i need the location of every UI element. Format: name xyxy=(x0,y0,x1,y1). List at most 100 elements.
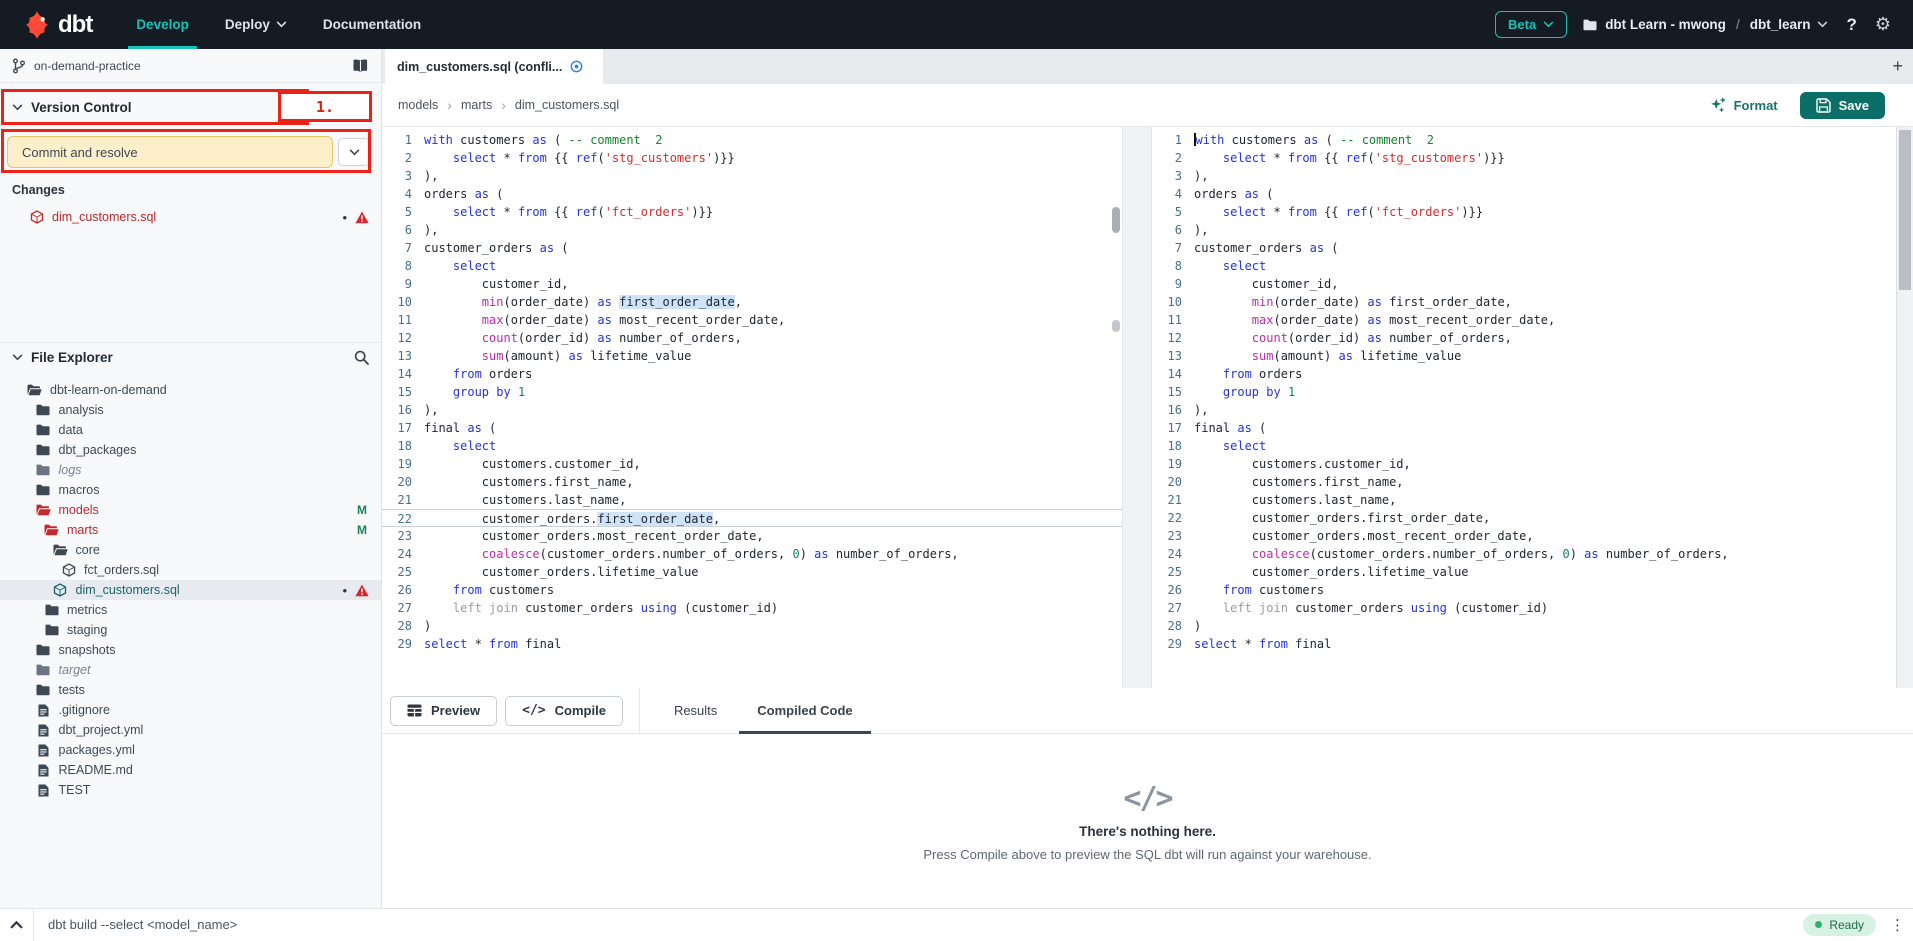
logo-text: dbt xyxy=(58,11,92,39)
changes-list: dim_customers.sql• xyxy=(0,206,381,228)
tree-item-data[interactable]: data xyxy=(0,420,381,440)
nav-right: Beta dbt Learn - mwong / dbt_learn ? ⚙ xyxy=(1495,11,1913,38)
tree-item-target[interactable]: target xyxy=(0,660,381,680)
breadcrumb-item-dim_customers.sql: dim_customers.sql xyxy=(515,98,619,112)
code-line-25: 25 customer_orders.lifetime_value xyxy=(1152,563,1896,581)
nav-items: DevelopDeployDocumentation xyxy=(118,0,439,49)
code-line-24: 24 coalesce(customer_orders.number_of_or… xyxy=(1152,545,1896,563)
version-control-title: Version Control xyxy=(31,100,132,115)
code-line-4: 4orders as ( xyxy=(382,185,1122,203)
tree-item-tests[interactable]: tests xyxy=(0,680,381,700)
tree-item-label: staging xyxy=(67,623,107,637)
editor-actions: Format Save xyxy=(1710,92,1897,119)
code-line-18: 18 select xyxy=(1152,437,1896,455)
tree-item-dim_customers.sql[interactable]: dim_customers.sql• xyxy=(0,580,381,600)
conflict-warning-icon xyxy=(355,211,369,224)
code-editor-right[interactable]: 1with customers as ( -- comment 22 selec… xyxy=(1152,127,1896,688)
kebab-menu-icon[interactable]: ⋮ xyxy=(1890,916,1913,934)
code-line-20: 20 customers.first_name, xyxy=(1152,473,1896,491)
annotation-step-label: 1. xyxy=(278,91,372,122)
panel-tab-results[interactable]: Results xyxy=(654,688,737,734)
code-line-10: 10 min(order_date) as first_order_date, xyxy=(382,293,1122,311)
file-icon xyxy=(36,704,51,717)
folder-icon xyxy=(36,644,51,656)
tree-item-label: models xyxy=(59,503,99,517)
tree-item-dbt_packages[interactable]: dbt_packages xyxy=(0,440,381,460)
tree-item-.gitignore[interactable]: .gitignore xyxy=(0,700,381,720)
beta-dropdown[interactable]: Beta xyxy=(1495,11,1567,38)
code-editor-left[interactable]: 1with customers as ( -- comment 22 selec… xyxy=(382,127,1122,688)
code-line-22: 22 customer_orders.first_order_date, xyxy=(1152,509,1896,527)
sparkles-icon xyxy=(1710,97,1726,113)
chevron-up-icon[interactable] xyxy=(0,920,33,929)
chevron-down-icon xyxy=(349,149,360,156)
sidebar: on-demand-practice Version Control Commi… xyxy=(0,49,382,908)
nav-item-documentation[interactable]: Documentation xyxy=(305,0,439,49)
preview-button[interactable]: Preview xyxy=(390,696,497,726)
new-tab-button[interactable]: + xyxy=(1892,55,1903,77)
compiled-code-empty-state: </> There's nothing here. Press Compile … xyxy=(382,734,1913,908)
tree-item-label: dim_customers.sql xyxy=(76,583,180,597)
panel-tab-compiled-code[interactable]: Compiled Code xyxy=(737,688,872,734)
tree-item-label: dbt_packages xyxy=(59,443,137,457)
nav-item-develop[interactable]: Develop xyxy=(118,0,207,49)
tree-item-macros[interactable]: macros xyxy=(0,480,381,500)
docs-book-icon[interactable] xyxy=(352,59,369,73)
tree-item-label: packages.yml xyxy=(59,743,135,757)
code-line-23: 23 customer_orders.most_recent_order_dat… xyxy=(1152,527,1896,545)
tree-item-core[interactable]: core xyxy=(0,540,381,560)
breadcrumb-chevron: › xyxy=(501,97,506,113)
tree-item-label: tests xyxy=(59,683,85,697)
help-icon[interactable]: ? xyxy=(1844,15,1858,35)
file-icon xyxy=(36,744,51,757)
left-scrollbar-thumb[interactable] xyxy=(1112,207,1120,233)
code-line-13: 13 sum(amount) as lifetime_value xyxy=(1152,347,1896,365)
tree-item-label: metrics xyxy=(67,603,107,617)
changed-file-dim_customers.sql[interactable]: dim_customers.sql• xyxy=(0,206,381,228)
folder-icon xyxy=(36,464,51,476)
editor-scrollbar[interactable] xyxy=(1896,127,1913,688)
commit-and-resolve-button[interactable]: Commit and resolve xyxy=(7,136,333,168)
commit-options-dropdown[interactable] xyxy=(338,138,370,166)
tree-item-fct_orders.sql[interactable]: fct_orders.sql xyxy=(0,560,381,580)
code-line-19: 19 customers.customer_id, xyxy=(1152,455,1896,473)
branch-name: on-demand-practice xyxy=(34,59,141,73)
tree-item-README.md[interactable]: README.md xyxy=(0,760,381,780)
file-explorer-header[interactable]: File Explorer xyxy=(0,342,381,372)
tree-item-label: data xyxy=(59,423,83,437)
tree-item-marts[interactable]: martsM xyxy=(0,520,381,540)
editor-tab-bar: dim_customers.sql (confli... + xyxy=(382,49,1913,84)
save-button[interactable]: Save xyxy=(1800,92,1885,119)
tree-item-dbt-learn-on-demand[interactable]: dbt-learn-on-demand xyxy=(0,380,381,400)
version-control-header[interactable]: Version Control xyxy=(0,92,311,123)
tab-dim-customers[interactable]: dim_customers.sql (confli... xyxy=(385,49,603,84)
dbt-logo[interactable]: dbt xyxy=(0,10,118,40)
file-tree: dbt-learn-on-demandanalysis data dbt_packa… xyxy=(0,380,381,800)
tree-item-TEST[interactable]: TEST xyxy=(0,780,381,800)
tree-item-snapshots[interactable]: snapshots xyxy=(0,640,381,660)
tree-item-packages.yml[interactable]: packages.yml xyxy=(0,740,381,760)
pane-divider[interactable] xyxy=(1122,127,1152,688)
compile-button[interactable]: </> Compile xyxy=(505,696,623,726)
tree-item-dbt_project.yml[interactable]: dbt_project.yml xyxy=(0,720,381,740)
tree-item-label: macros xyxy=(59,483,100,497)
chevron-down-icon xyxy=(276,21,287,28)
editor-scrollbar-thumb[interactable] xyxy=(1899,130,1911,290)
settings-gear-icon[interactable]: ⚙ xyxy=(1875,14,1891,35)
tree-item-logs[interactable]: logs xyxy=(0,460,381,480)
ready-label: Ready xyxy=(1829,918,1864,932)
bottom-panel-tabs: ResultsCompiled Code xyxy=(654,688,873,734)
folder-icon xyxy=(36,484,51,496)
status-badge[interactable]: Ready xyxy=(1803,914,1876,936)
save-label: Save xyxy=(1839,98,1869,113)
nav-item-deploy[interactable]: Deploy xyxy=(207,0,305,49)
tree-item-metrics[interactable]: metrics xyxy=(0,600,381,620)
search-icon[interactable] xyxy=(354,350,369,365)
tree-item-models[interactable]: modelsM xyxy=(0,500,381,520)
format-button[interactable]: Format xyxy=(1710,97,1778,113)
command-input[interactable] xyxy=(34,917,1803,932)
project-dropdown[interactable]: dbt_learn xyxy=(1750,17,1829,32)
tree-item-staging[interactable]: staging xyxy=(0,620,381,640)
tree-item-analysis[interactable]: analysis xyxy=(0,400,381,420)
code-line-6: 6), xyxy=(1152,221,1896,239)
